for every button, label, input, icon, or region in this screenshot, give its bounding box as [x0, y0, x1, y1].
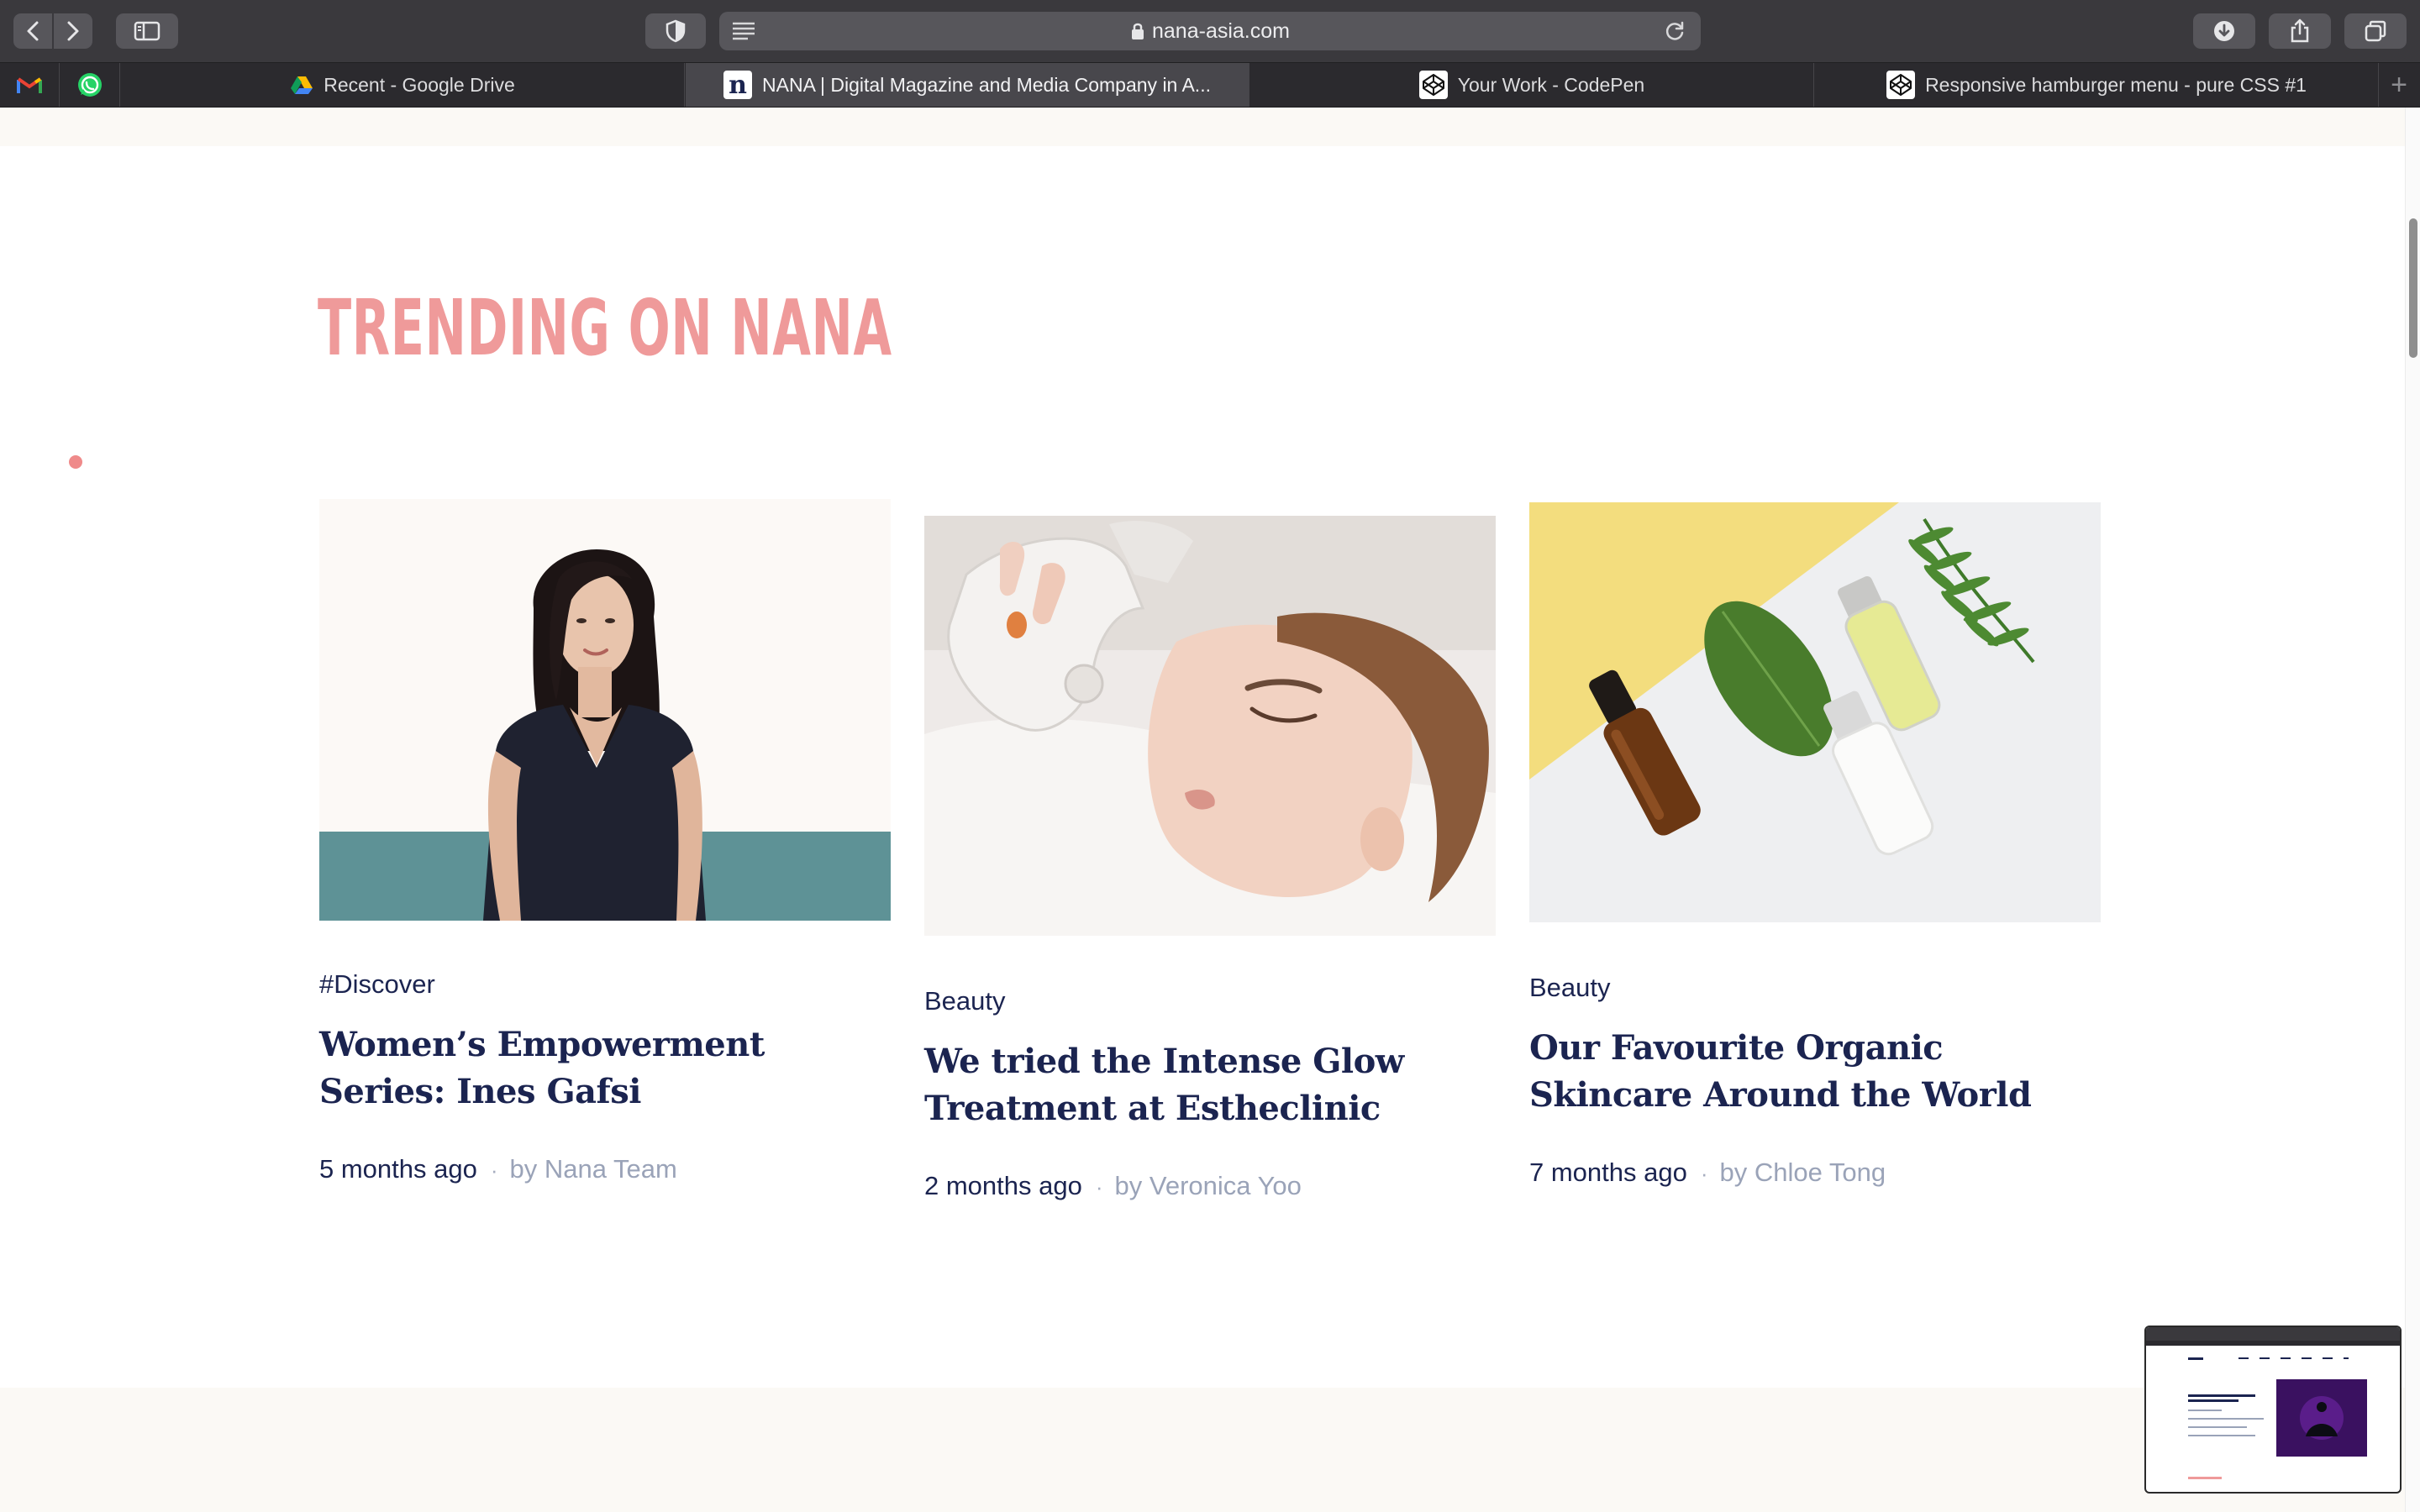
chevron-right-icon [67, 21, 79, 41]
back-button[interactable] [13, 13, 52, 49]
article-title[interactable]: Women’s Empowerment Series: Ines Gafsi [319, 1021, 891, 1116]
share-icon [2291, 18, 2309, 43]
codepen-icon [1418, 71, 1448, 99]
share-button[interactable] [2269, 13, 2331, 49]
codepen-icon [1886, 71, 1916, 99]
browser-toolbar: nana-asia.com [0, 0, 2420, 63]
previous-section-band [0, 108, 2405, 146]
url-text: nana-asia.com [1152, 18, 1290, 43]
plus-icon: + [2391, 68, 2407, 101]
article-author[interactable]: by Chloe Tong [1720, 1158, 1886, 1187]
downloads-button[interactable] [2193, 13, 2255, 49]
meta-separator: · [1095, 1174, 1103, 1200]
tab-label: Your Work - CodePen [1457, 73, 1645, 96]
tab-nana[interactable]: n NANA | Digital Magazine and Media Comp… [686, 63, 1249, 107]
tab-label: NANA | Digital Magazine and Media Compan… [762, 73, 1211, 96]
chevron-left-icon [27, 21, 39, 41]
meta-separator: · [1700, 1161, 1708, 1186]
privacy-report-button[interactable] [645, 13, 706, 49]
tab-codepen-hamburger[interactable]: Responsive hamburger menu - pure CSS #1 [1815, 63, 2379, 107]
article-category[interactable]: Beauty [924, 986, 1006, 1016]
decorative-dot [69, 455, 82, 469]
pinned-tab-gmail[interactable] [0, 63, 60, 107]
new-tab-button[interactable]: + [2378, 63, 2420, 107]
section-title: TRENDING ON NANA [318, 283, 892, 373]
tab-google-drive[interactable]: Recent - Google Drive [121, 63, 685, 107]
tab-codepen-work[interactable]: Your Work - CodePen [1250, 63, 1814, 107]
skincare-products-image [1529, 502, 2101, 922]
sidebar-toggle-button[interactable] [116, 13, 178, 49]
article-title[interactable]: We tried the Intense Glow Treatment at E… [924, 1038, 1496, 1132]
article-time: 2 months ago [924, 1171, 1082, 1200]
article-title[interactable]: Our Favourite Organic Skincare Around th… [1529, 1025, 2101, 1119]
article-image[interactable] [1529, 502, 2101, 922]
article-meta: 7 months ago · by Chloe Tong [1529, 1158, 1886, 1188]
window-preview-thumbnail[interactable] [2144, 1326, 2402, 1494]
svg-text:n: n [729, 71, 747, 99]
forward-button[interactable] [54, 13, 92, 49]
thumbnail-image [2146, 1327, 2400, 1492]
article-time: 5 months ago [319, 1154, 477, 1184]
download-icon [2214, 21, 2234, 41]
tab-bar: Recent - Google Drive n NANA | Digital M… [0, 63, 2420, 108]
address-bar[interactable]: nana-asia.com [719, 12, 1701, 50]
google-drive-icon [290, 75, 313, 95]
nana-favicon-icon: n [723, 71, 753, 99]
tab-label: Recent - Google Drive [324, 73, 515, 96]
facial-treatment-image [924, 516, 1496, 936]
article-image[interactable] [319, 499, 891, 921]
whatsapp-icon [78, 73, 102, 97]
scrollbar-thumb[interactable] [2409, 218, 2417, 358]
article-meta: 5 months ago · by Nana Team [319, 1154, 677, 1184]
article-image[interactable] [924, 516, 1496, 936]
page-scrollbar[interactable] [2405, 108, 2420, 1512]
article-category[interactable]: Beauty [1529, 973, 1611, 1003]
tab-overview-button[interactable] [2344, 13, 2407, 49]
article-author[interactable]: by Nana Team [510, 1154, 677, 1184]
meta-separator: · [490, 1158, 498, 1183]
next-section-band [0, 1388, 2405, 1512]
lock-icon [1132, 23, 1144, 39]
article-time: 7 months ago [1529, 1158, 1687, 1187]
shield-icon [666, 19, 686, 43]
gmail-icon [17, 77, 42, 93]
article-category[interactable]: #Discover [319, 969, 435, 1000]
portrait-image [319, 499, 891, 921]
pinned-tab-whatsapp[interactable] [60, 63, 120, 107]
reload-icon[interactable] [1664, 20, 1686, 46]
tabs-overview-icon [2365, 20, 2386, 42]
article-meta: 2 months ago · by Veronica Yoo [924, 1171, 1302, 1201]
article-author[interactable]: by Veronica Yoo [1115, 1171, 1302, 1200]
tab-label: Responsive hamburger menu - pure CSS #1 [1925, 73, 2307, 96]
sidebar-icon [134, 21, 160, 41]
